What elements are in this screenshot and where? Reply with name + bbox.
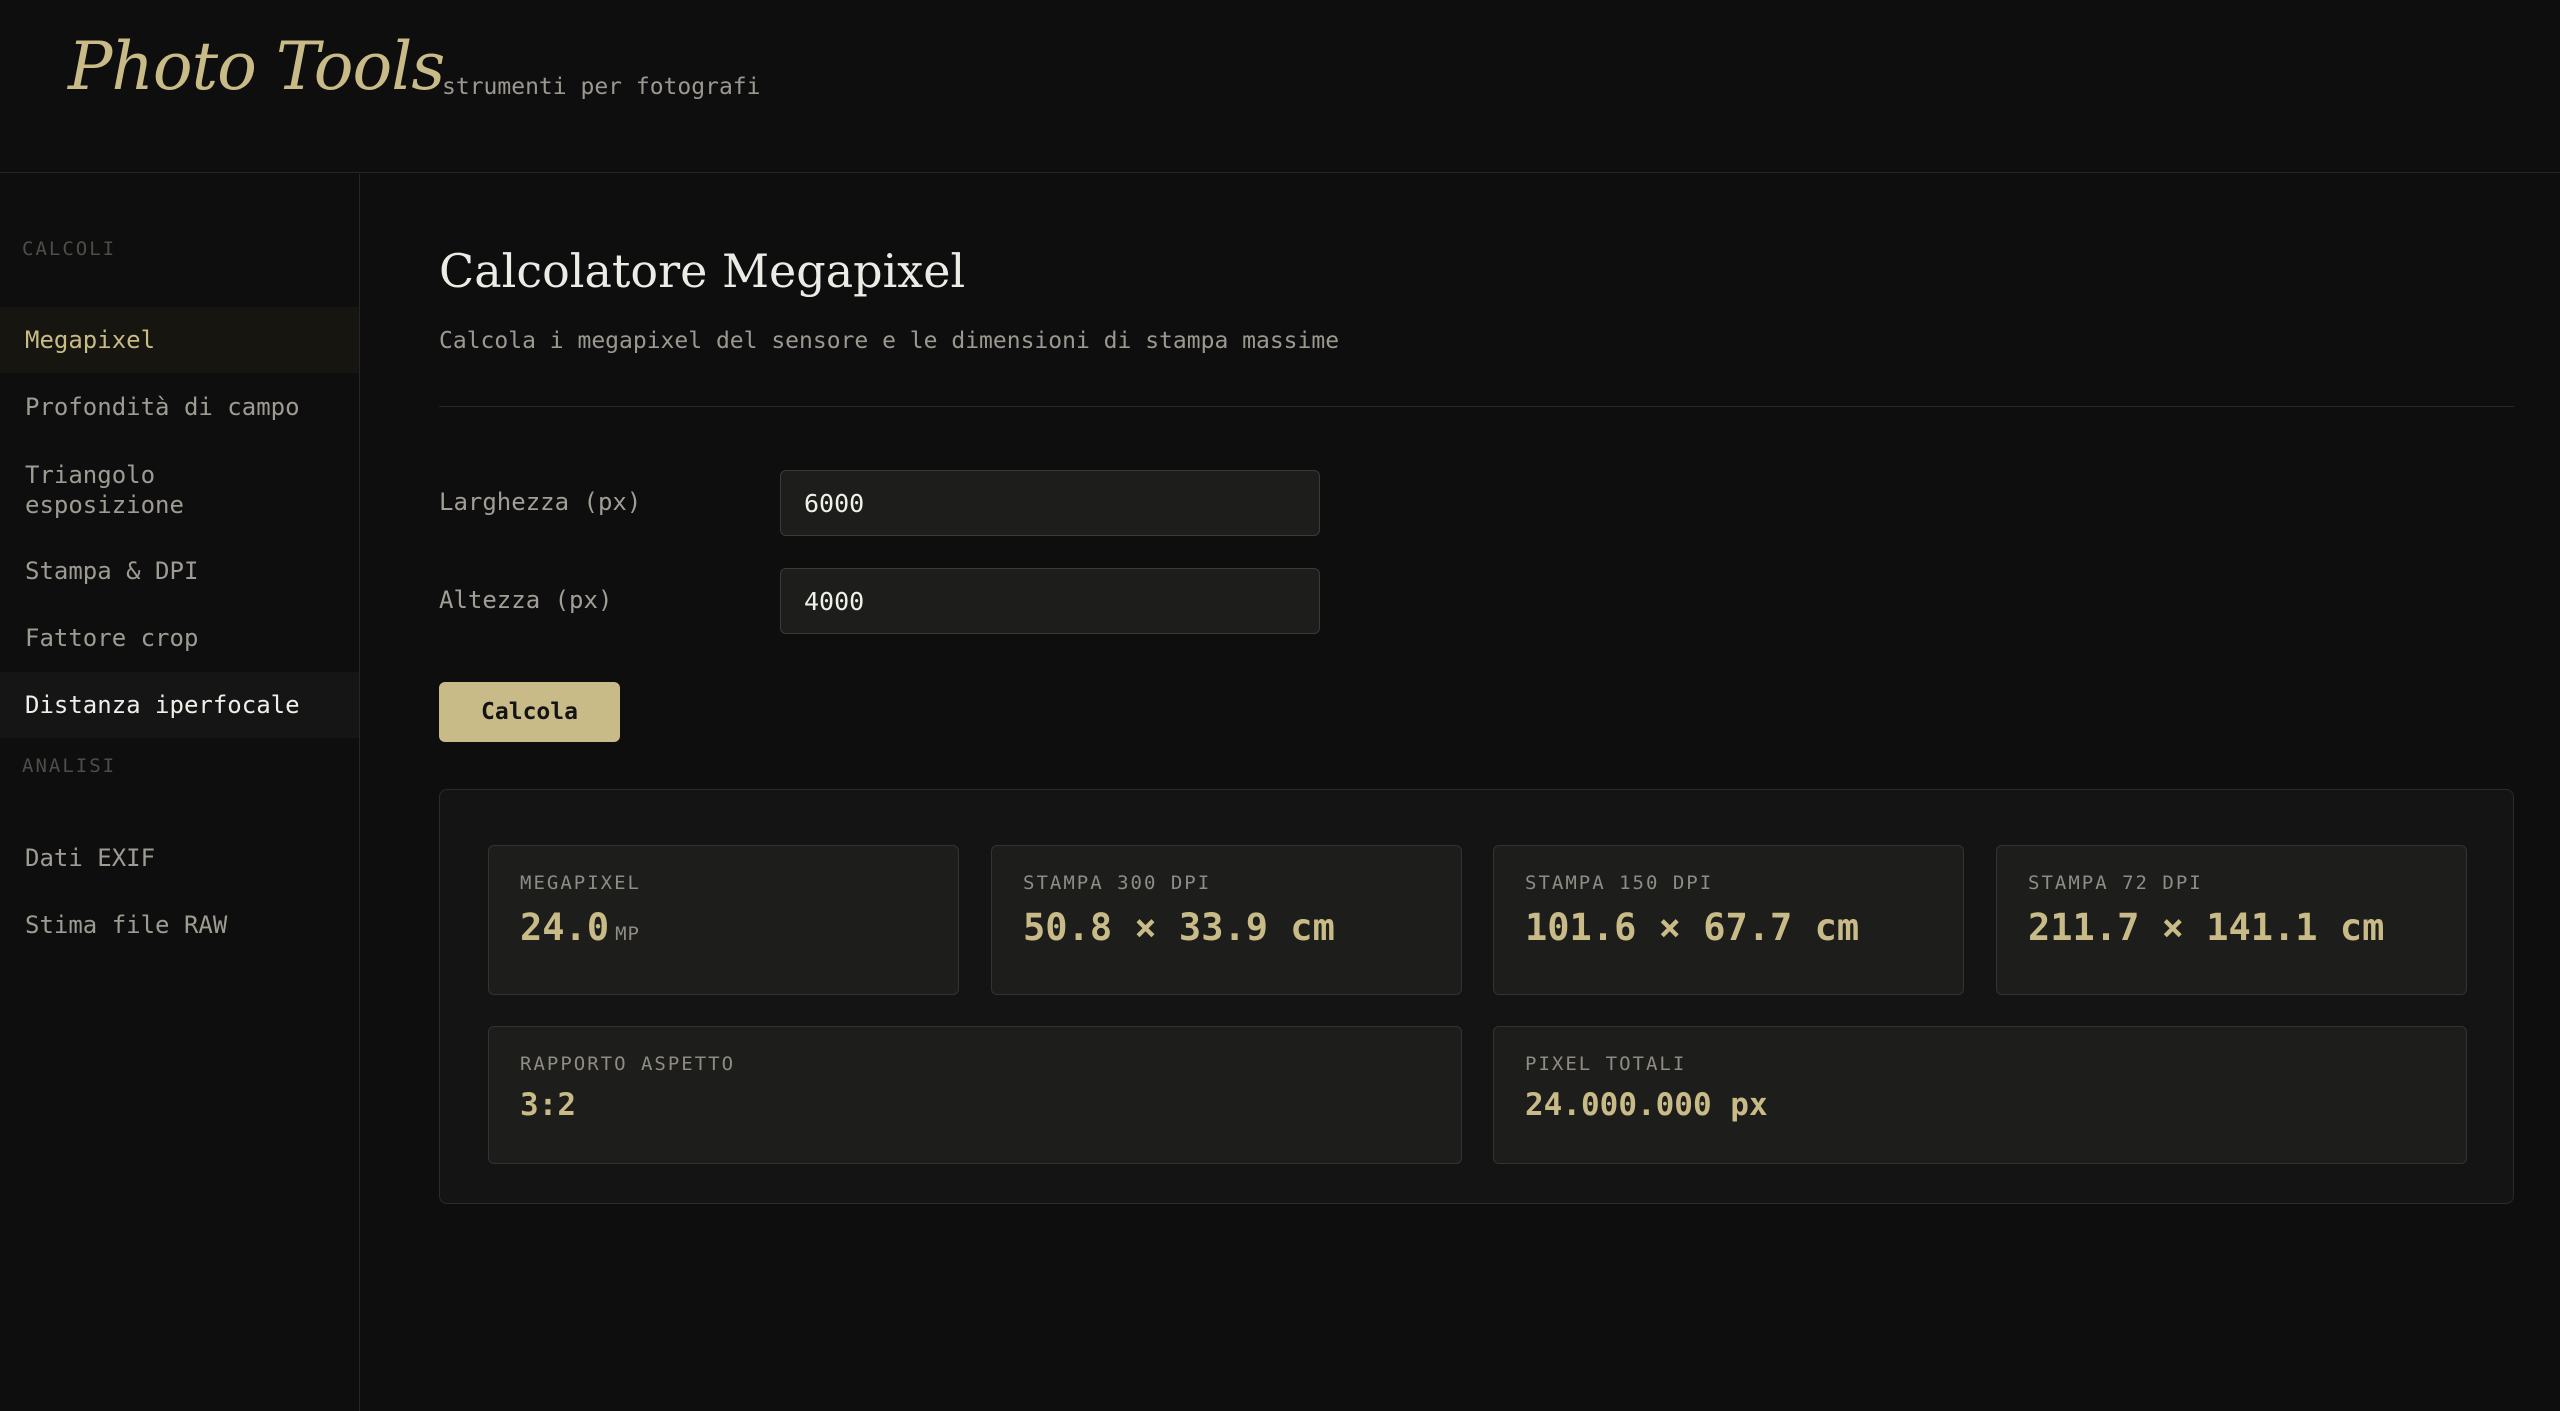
result-card-megapixel: MEGAPIXEL 24.0 MP — [488, 845, 959, 995]
sidebar-section-analisi: ANALISI — [22, 755, 117, 777]
sidebar-section-calcoli: CALCOLI — [22, 238, 117, 260]
app-header: Photo Tools strumenti per fotografi — [0, 0, 2560, 173]
result-card-print-300: STAMPA 300 DPI 50.8 × 33.9 cm — [991, 845, 1462, 995]
sidebar-item-stima-file-raw[interactable]: Stima file RAW — [0, 892, 359, 958]
sidebar-item-megapixel[interactable]: Megapixel — [0, 307, 359, 373]
sidebar-item-label: Stima file RAW — [25, 911, 228, 939]
sidebar-item-label: Dati EXIF — [25, 844, 156, 872]
sidebar-item-stampa-dpi[interactable]: Stampa & DPI — [0, 538, 359, 604]
page-title: Calcolatore Megapixel — [439, 244, 966, 298]
sidebar-item-label: Fattore crop — [25, 624, 199, 652]
result-value: 3:2 — [520, 1087, 576, 1123]
result-label: RAPPORTO ASPETTO — [520, 1053, 736, 1075]
divider — [439, 406, 2514, 407]
result-value: 211.7 × 141.1 cm — [2028, 906, 2385, 949]
sidebar-item-label: Stampa & DPI — [25, 557, 199, 585]
result-value: 101.6 × 67.7 cm — [1525, 906, 1860, 949]
app-tagline: strumenti per fotografi — [442, 74, 761, 100]
result-label: MEGAPIXEL — [520, 872, 641, 894]
megapixel-unit: MP — [615, 923, 640, 945]
megapixel-value: 24.0 — [520, 906, 610, 949]
calculate-button[interactable]: Calcola — [439, 682, 620, 742]
result-card-aspect-ratio: RAPPORTO ASPETTO 3:2 — [488, 1026, 1462, 1164]
sidebar-item-profondita-di-campo[interactable]: Profondità di campo — [0, 374, 359, 440]
result-value: 24.000.000 px — [1525, 1087, 1768, 1123]
sidebar-item-fattore-crop[interactable]: Fattore crop — [0, 605, 359, 671]
width-label: Larghezza (px) — [439, 488, 642, 516]
result-label: STAMPA 150 DPI — [1525, 872, 1714, 894]
width-input[interactable] — [780, 470, 1320, 536]
sidebar-item-label: Profondità di campo — [25, 393, 300, 421]
height-input[interactable] — [780, 568, 1320, 634]
sidebar-item-label: Triangolo esposizione — [25, 461, 184, 519]
sidebar-item-label: Megapixel — [25, 326, 156, 354]
page-subtitle: Calcola i megapixel del sensore e le dim… — [439, 328, 1340, 354]
results-panel: MEGAPIXEL 24.0 MP STAMPA 300 DPI 50.8 × 3… — [439, 789, 2514, 1204]
sidebar-item-distanza-iperfocale[interactable]: Distanza iperfocale — [0, 672, 359, 738]
height-label: Altezza (px) — [439, 586, 613, 614]
result-value: 50.8 × 33.9 cm — [1023, 906, 1335, 949]
result-card-print-150: STAMPA 150 DPI 101.6 × 67.7 cm — [1493, 845, 1964, 995]
result-label: STAMPA 72 DPI — [2028, 872, 2203, 894]
result-card-total-pixels: PIXEL TOTALI 24.000.000 px — [1493, 1026, 2467, 1164]
result-card-print-72: STAMPA 72 DPI 211.7 × 141.1 cm — [1996, 845, 2467, 995]
result-label: STAMPA 300 DPI — [1023, 872, 1212, 894]
result-value: 24.0 MP — [520, 906, 927, 949]
sidebar-item-label: Distanza iperfocale — [25, 691, 300, 719]
result-label: PIXEL TOTALI — [1525, 1053, 1687, 1075]
sidebar: CALCOLI Megapixel Profondità di campo Tr… — [0, 174, 360, 1411]
app-logo[interactable]: Photo Tools — [68, 28, 445, 105]
sidebar-item-dati-exif[interactable]: Dati EXIF — [0, 825, 359, 891]
sidebar-item-triangolo-esposizione[interactable]: Triangolo esposizione — [0, 442, 359, 538]
